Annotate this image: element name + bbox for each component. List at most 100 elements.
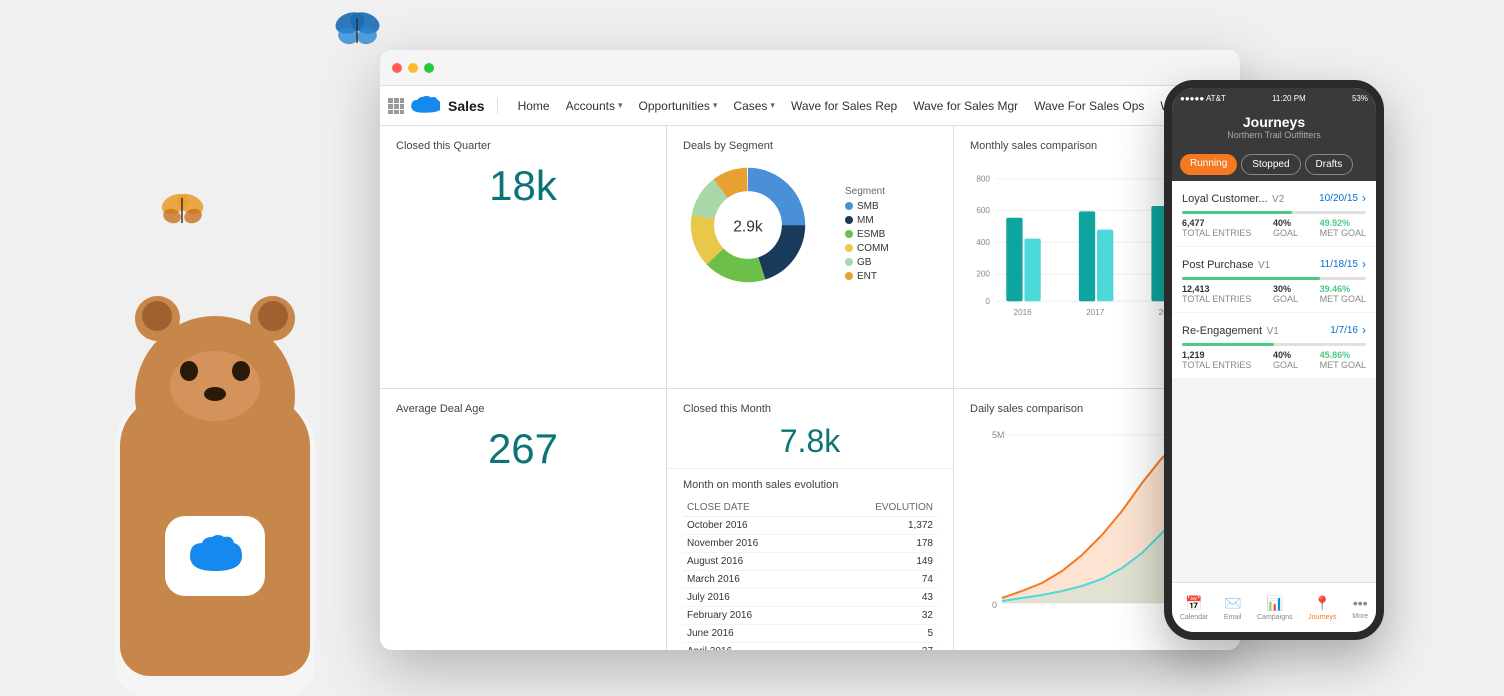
table-row: April 2016-37: [683, 642, 937, 650]
journey-item-post-purchase[interactable]: Post Purchase V1 11/18/15 › 12,413 TOTAL…: [1172, 247, 1376, 312]
nav-item-accounts[interactable]: Accounts▾: [558, 86, 631, 126]
svg-text:0: 0: [985, 297, 990, 306]
phone-app-subtitle: Northern Trail Outfitters: [1182, 130, 1366, 140]
card-closed-quarter-title: Closed this Quarter: [396, 140, 650, 152]
nav-item-wave-ops[interactable]: Wave For Sales Ops: [1026, 86, 1152, 126]
browser-window: Sales Home Accounts▾ Opportunities▾ Case…: [380, 50, 1240, 650]
card-avg-deal-metric: 267: [396, 425, 650, 473]
dashboard: Closed this Quarter 18k Deals by Segment: [380, 126, 1240, 650]
journey-post-goal: 30%: [1273, 284, 1298, 294]
phone-bottom-nav: 📅 Calendar ✉️ Email 📊 Campaigns 📍 Journe…: [1172, 582, 1376, 632]
journey-loyal-entries-label: TOTAL ENTRIES: [1182, 228, 1251, 238]
table-row: August 2016149: [683, 552, 937, 570]
card-closed-quarter: Closed this Quarter 18k: [380, 126, 666, 388]
legend-ent-dot: [845, 272, 853, 280]
journey-re-progress-bar: [1182, 343, 1366, 346]
journey-item-re-engagement[interactable]: Re-Engagement V1 1/7/16 › 1,219 TOTAL EN…: [1172, 313, 1376, 378]
browser-minimize-dot[interactable]: [408, 63, 418, 73]
journey-item-loyal[interactable]: Loyal Customer... V2 10/20/15 › 6,477 TO…: [1172, 181, 1376, 246]
nav-item-opportunities[interactable]: Opportunities▾: [631, 86, 726, 126]
card-closed-quarter-metric: 18k: [396, 162, 650, 210]
journey-post-chevron: ›: [1362, 257, 1366, 271]
mom-cell-date: July 2016: [683, 588, 822, 606]
card-average-deal: Average Deal Age 267: [380, 389, 666, 651]
card-deals-segment-title: Deals by Segment: [683, 140, 937, 152]
table-row: February 201632: [683, 606, 937, 624]
journey-post-met: 39.46%: [1320, 284, 1366, 294]
phone-nav-journeys[interactable]: 📍 Journeys: [1308, 595, 1336, 621]
phone-time: 11:20 PM: [1272, 94, 1306, 103]
mom-cell-value: 32: [822, 606, 937, 624]
nav-item-home[interactable]: Home: [510, 86, 558, 126]
journey-post-goal-label: GOAL: [1273, 294, 1298, 304]
journey-re-met-label: MET GOAL: [1320, 360, 1366, 370]
svg-text:800: 800: [976, 175, 990, 184]
card-mom-combined: Closed this Month 7.8k Month on month sa…: [667, 389, 953, 651]
journey-re-fill: [1182, 343, 1274, 346]
mom-cell-date: February 2016: [683, 606, 822, 624]
journey-re-goal: 40%: [1273, 350, 1298, 360]
phone-battery: 53%: [1352, 94, 1368, 103]
mom-cell-value: 74: [822, 570, 937, 588]
mom-cell-value: 5: [822, 624, 937, 642]
journey-re-met: 45.86%: [1320, 350, 1366, 360]
phone-tab-drafts[interactable]: Drafts: [1305, 154, 1354, 175]
journey-loyal-goal: 40%: [1273, 218, 1298, 228]
journey-loyal-date: 10/20/15: [1319, 193, 1358, 204]
phone-nav-more[interactable]: ••• More: [1352, 595, 1368, 620]
svg-text:2016: 2016: [1014, 308, 1033, 317]
nav-item-wave-rep[interactable]: Wave for Sales Rep: [783, 86, 905, 126]
table-row: July 201643: [683, 588, 937, 606]
journey-post-date: 11/18/15: [1320, 259, 1358, 270]
journey-loyal-stats: 6,477 TOTAL ENTRIES 40% GOAL 49.92% MET …: [1182, 218, 1366, 238]
table-row: November 2016178: [683, 534, 937, 552]
butterfly-top-icon: [330, 8, 385, 53]
journeys-icon: 📍: [1314, 595, 1331, 612]
app-launcher-icon[interactable]: [388, 92, 404, 120]
nav-item-cases[interactable]: Cases▾: [725, 86, 783, 126]
phone-nav-calendar[interactable]: 📅 Calendar: [1180, 595, 1208, 621]
more-icon: •••: [1353, 595, 1368, 611]
table-row: March 201674: [683, 570, 937, 588]
phone-app-title: Journeys: [1182, 114, 1366, 130]
nav-items: Home Accounts▾ Opportunities▾ Cases▾ Wav…: [510, 86, 1240, 126]
legend-comm: COMM: [845, 243, 889, 254]
browser-maximize-dot[interactable]: [424, 63, 434, 73]
phone-tab-running[interactable]: Running: [1180, 154, 1237, 175]
journey-re-entries-label: TOTAL ENTRIES: [1182, 360, 1251, 370]
mom-title: Month on month sales evolution: [683, 479, 937, 491]
journey-loyal-goal-label: GOAL: [1273, 228, 1298, 238]
mom-cell-value: 1,372: [822, 516, 937, 534]
table-row: June 20165: [683, 624, 937, 642]
phone-nav-email[interactable]: ✉️ Email: [1224, 595, 1242, 621]
svg-text:200: 200: [976, 270, 990, 279]
browser-close-dot[interactable]: [392, 63, 402, 73]
phone-tabs: Running Stopped Drafts: [1172, 148, 1376, 181]
legend-esmb-dot: [845, 230, 853, 238]
legend-comm-dot: [845, 244, 853, 252]
svg-text:2.9k: 2.9k: [733, 219, 763, 236]
svg-text:0: 0: [992, 600, 997, 610]
journey-post-fill: [1182, 277, 1320, 280]
journey-loyal-name: Loyal Customer...: [1182, 193, 1268, 205]
phone-nav-campaigns[interactable]: 📊 Campaigns: [1257, 595, 1292, 621]
journey-re-version: V1: [1267, 326, 1279, 337]
closed-month-metric: 7.8k: [683, 423, 937, 460]
phone-tab-stopped[interactable]: Stopped: [1241, 154, 1300, 175]
svg-text:600: 600: [976, 206, 990, 215]
mom-cell-date: March 2016: [683, 570, 822, 588]
calendar-icon: 📅: [1185, 595, 1202, 612]
closed-month-title: Closed this Month: [683, 403, 937, 415]
journey-loyal-entries: 6,477: [1182, 218, 1251, 228]
legend-mm: MM: [845, 215, 889, 226]
nav-item-wave-mgr[interactable]: Wave for Sales Mgr: [905, 86, 1026, 126]
journey-post-name: Post Purchase: [1182, 259, 1254, 271]
mom-cell-value: 149: [822, 552, 937, 570]
journey-loyal-chevron: ›: [1362, 191, 1366, 205]
table-row: October 20161,372: [683, 516, 937, 534]
mom-col-evolution: EVOLUTION: [822, 499, 937, 517]
mom-cell-value: 178: [822, 534, 937, 552]
journey-post-entries-label: TOTAL ENTRIES: [1182, 294, 1251, 304]
journey-loyal-met-label: MET GOAL: [1320, 228, 1366, 238]
journey-post-met-label: MET GOAL: [1320, 294, 1366, 304]
